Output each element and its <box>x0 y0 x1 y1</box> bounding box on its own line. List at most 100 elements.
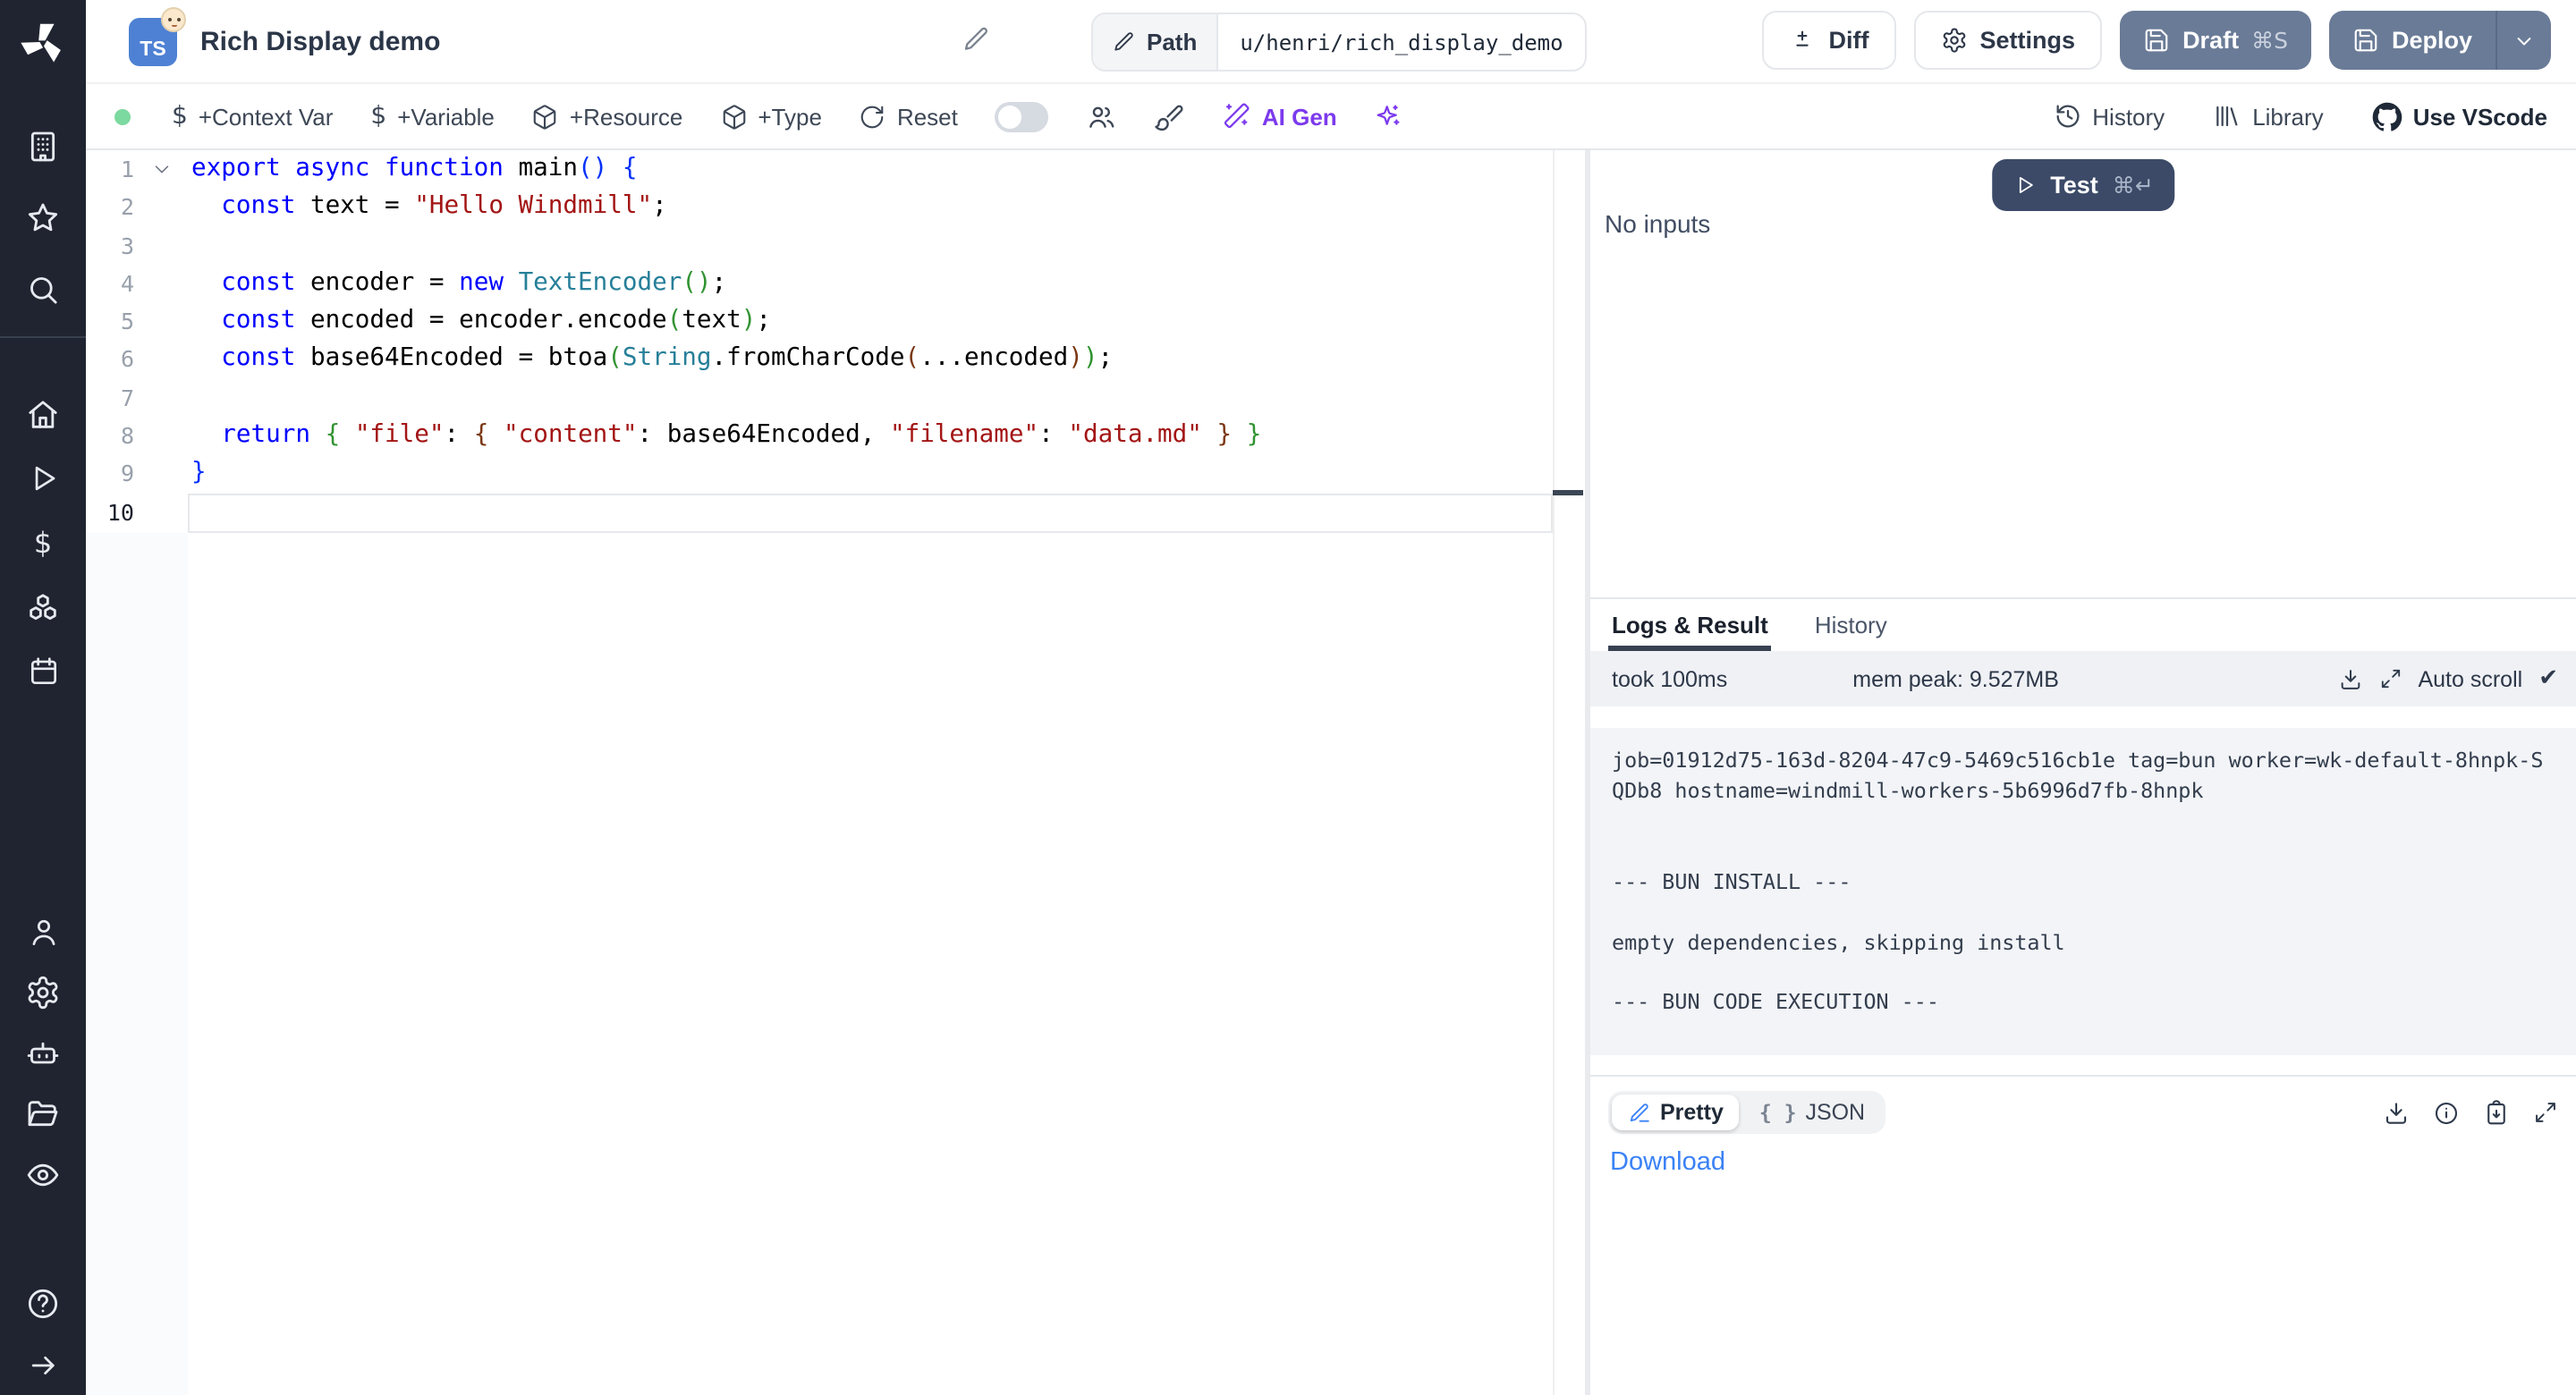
code-line[interactable] <box>191 379 1553 418</box>
line-number: 5 <box>86 302 188 341</box>
draft-button[interactable]: Draft ⌘S <box>2120 11 2311 70</box>
code-line[interactable] <box>191 226 1553 265</box>
resources-cubes-icon[interactable] <box>0 575 86 639</box>
folder-open-icon[interactable] <box>0 1084 86 1145</box>
info-icon[interactable] <box>2433 1100 2460 1127</box>
path-value[interactable]: u/henri/rich_display_demo <box>1218 14 1584 70</box>
gear-icon <box>1941 27 1968 54</box>
line-number: 2 <box>86 189 188 227</box>
user-icon[interactable] <box>0 902 86 963</box>
pretty-view-button[interactable]: Pretty <box>1612 1095 1740 1131</box>
gear-icon[interactable] <box>0 963 86 1024</box>
main-area: TS Rich Display demo Path u/henri/rich_d… <box>86 0 2576 1395</box>
windmill-script-editor: $ TS <box>0 0 2576 1395</box>
inputs-section: Test ⌘↵ No inputs <box>1590 150 2576 599</box>
mem-peak: mem peak: 9.527MB <box>1852 666 2059 691</box>
dollar-icon: $ <box>370 102 386 131</box>
line-number: 9 <box>86 455 188 494</box>
code-line[interactable]: const encoded = encoder.encode(text); <box>191 302 1553 341</box>
library-button[interactable]: Library <box>2213 102 2324 131</box>
diff-mode-toggle[interactable] <box>996 101 1049 131</box>
overview-ruler <box>1553 150 1555 1395</box>
ai-gen-button[interactable]: AI Gen <box>1223 102 1337 131</box>
windmill-logo[interactable] <box>0 0 86 86</box>
line-number: 3 <box>86 226 188 265</box>
runs-play-icon[interactable] <box>0 446 86 511</box>
autoscroll-checkbox[interactable]: ✔ <box>2538 665 2558 692</box>
status-green-dot <box>114 108 131 124</box>
json-view-button[interactable]: { } JSON <box>1743 1095 1881 1131</box>
play-icon <box>2012 173 2036 197</box>
download-result-icon[interactable] <box>2383 1100 2410 1127</box>
deploy-button[interactable]: Deploy <box>2329 11 2496 70</box>
collaborators-icon[interactable] <box>1087 101 1117 131</box>
workspace-building-icon[interactable] <box>0 111 86 182</box>
workers-robot-icon[interactable] <box>0 1024 86 1085</box>
use-vscode-button[interactable]: Use VScode <box>2372 101 2547 131</box>
code-line[interactable]: const encoder = new TextEncoder(); <box>191 265 1553 303</box>
expand-logs-icon[interactable] <box>2378 667 2402 690</box>
typescript-file-badge: TS <box>129 17 177 65</box>
add-resource-button[interactable]: +Resource <box>532 103 682 130</box>
clipboard-icon[interactable] <box>2483 1100 2510 1127</box>
ai-sparkles-icon[interactable] <box>1375 102 1403 131</box>
path-label: Path <box>1093 14 1218 70</box>
code-editor[interactable]: 12345678910 export async function main()… <box>86 150 1585 1395</box>
code-line[interactable]: } <box>191 455 1553 494</box>
tab-history[interactable]: History <box>1815 599 1887 651</box>
content-area: 12345678910 export async function main()… <box>86 150 2576 1395</box>
reset-button[interactable]: Reset <box>860 103 958 130</box>
add-variable-button[interactable]: $ +Variable <box>370 102 495 131</box>
history-button[interactable]: History <box>2053 102 2165 131</box>
draft-shortcut: ⌘S <box>2251 27 2288 54</box>
result-section: Pretty { } JSON <box>1590 1076 2576 1395</box>
pen-line-icon <box>1628 1102 1651 1125</box>
run-duration: took 100ms <box>1612 666 1727 691</box>
code-line[interactable]: return { "file": { "content": base64Enco… <box>191 417 1553 455</box>
tab-logs-result[interactable]: Logs & Result <box>1612 599 1768 651</box>
download-result-link[interactable]: Download <box>1610 1149 1725 1178</box>
code-line[interactable]: const text = "Hello Windmill"; <box>191 189 1553 227</box>
add-type-button[interactable]: +Type <box>720 103 822 130</box>
diff-button[interactable]: Diff <box>1763 11 1896 70</box>
code-line[interactable] <box>191 493 1553 531</box>
format-brush-icon[interactable] <box>1155 101 1185 131</box>
add-context-var-button[interactable]: $ +Context Var <box>172 102 333 131</box>
run-panel: Test ⌘↵ No inputs Logs & Result History … <box>1590 150 2576 1395</box>
settings-button[interactable]: Settings <box>1914 11 2103 70</box>
left-sidebar: $ <box>0 0 86 1395</box>
code-line[interactable]: export async function main() { <box>191 150 1553 189</box>
code-line[interactable]: const base64Encoded = btoa(String.fromCh… <box>191 341 1553 379</box>
favorites-star-icon[interactable] <box>0 182 86 254</box>
save-icon <box>2352 27 2379 54</box>
expand-result-icon[interactable] <box>2533 1101 2558 1126</box>
deploy-button-group: Deploy <box>2329 11 2551 70</box>
search-icon[interactable] <box>0 254 86 326</box>
variables-dollar-icon[interactable]: $ <box>0 511 86 575</box>
test-button[interactable]: Test ⌘↵ <box>1991 159 2175 211</box>
topbar: TS Rich Display demo Path u/henri/rich_d… <box>86 0 2576 84</box>
expand-sidebar-arrow-icon[interactable] <box>0 1334 86 1395</box>
fold-chevron-icon[interactable] <box>152 159 172 179</box>
users-icon <box>1087 101 1117 131</box>
path-field[interactable]: Path u/henri/rich_display_demo <box>1091 13 1587 72</box>
logs-output: job=01912d75-163d-8204-47c9-5469c516cb1e… <box>1590 727 2576 1054</box>
no-inputs-text: No inputs <box>1605 209 1710 238</box>
deploy-dropdown-button[interactable] <box>2496 11 2551 70</box>
schedules-calendar-icon[interactable] <box>0 639 86 704</box>
line-number: 7 <box>86 379 188 418</box>
library-icon <box>2213 102 2241 131</box>
result-view-switch: Pretty { } JSON <box>1608 1092 1885 1135</box>
autoscroll-label: Auto scroll <box>2418 666 2522 691</box>
page-title: Rich Display demo <box>200 26 440 56</box>
home-icon[interactable] <box>0 382 86 446</box>
line-number-gutter: 12345678910 <box>86 150 188 531</box>
download-logs-icon[interactable] <box>2337 666 2362 691</box>
code-lines[interactable]: export async function main() { const tex… <box>191 150 1553 531</box>
editor-toolbar: $ +Context Var $ +Variable +Resource +Ty… <box>86 84 2576 150</box>
path-pencil-icon <box>1113 30 1136 54</box>
audit-eye-icon[interactable] <box>0 1145 86 1205</box>
plus-minus-icon <box>1790 27 1817 54</box>
edit-summary-pencil-icon[interactable] <box>962 25 991 54</box>
help-icon[interactable] <box>0 1273 86 1334</box>
